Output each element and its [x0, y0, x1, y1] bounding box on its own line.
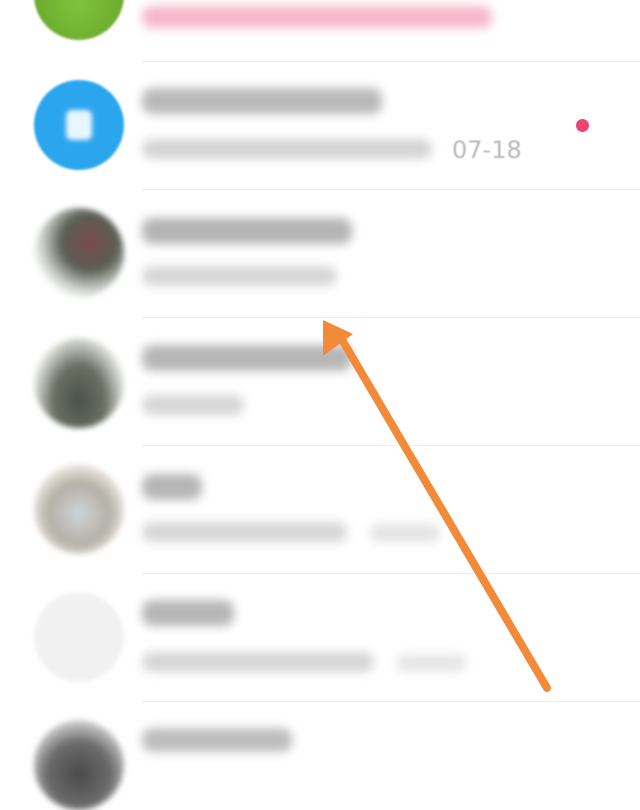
- placeholder-avatar-icon: [34, 592, 124, 682]
- conversation-list: 07-18: [0, 0, 640, 810]
- green-avatar-icon: [34, 0, 124, 40]
- conversation-row[interactable]: [0, 446, 640, 574]
- message-preview-blurred: [142, 139, 432, 159]
- contact-name-blurred: [142, 728, 292, 752]
- unread-dot: [576, 119, 589, 132]
- contact-name-blurred: [142, 474, 202, 500]
- conversation-row[interactable]: 07-18: [0, 62, 640, 190]
- blue-app-icon: [34, 80, 124, 170]
- message-time-blurred: [370, 524, 440, 542]
- photo-avatar-icon: [34, 338, 124, 428]
- conversation-row[interactable]: [0, 702, 640, 810]
- message-time-blurred: [396, 654, 466, 672]
- conversation-row[interactable]: [0, 190, 640, 318]
- photo-avatar-icon: [34, 208, 124, 298]
- photo-avatar-icon: [34, 464, 124, 554]
- contact-name-blurred: [142, 600, 234, 626]
- conversation-row[interactable]: [0, 318, 640, 446]
- message-time: 07-18: [452, 136, 522, 164]
- message-preview-blurred: [142, 652, 374, 672]
- photo-avatar-icon: [34, 720, 124, 810]
- conversation-row[interactable]: [0, 0, 640, 62]
- contact-name-blurred: [142, 88, 382, 114]
- message-preview-blurred: [142, 266, 337, 286]
- message-preview-blurred: [142, 395, 244, 415]
- conversation-row[interactable]: [0, 574, 640, 702]
- message-preview-blurred: [142, 6, 492, 28]
- message-preview-blurred: [142, 522, 347, 542]
- contact-name-blurred: [142, 218, 352, 244]
- contact-name-blurred: [142, 345, 352, 371]
